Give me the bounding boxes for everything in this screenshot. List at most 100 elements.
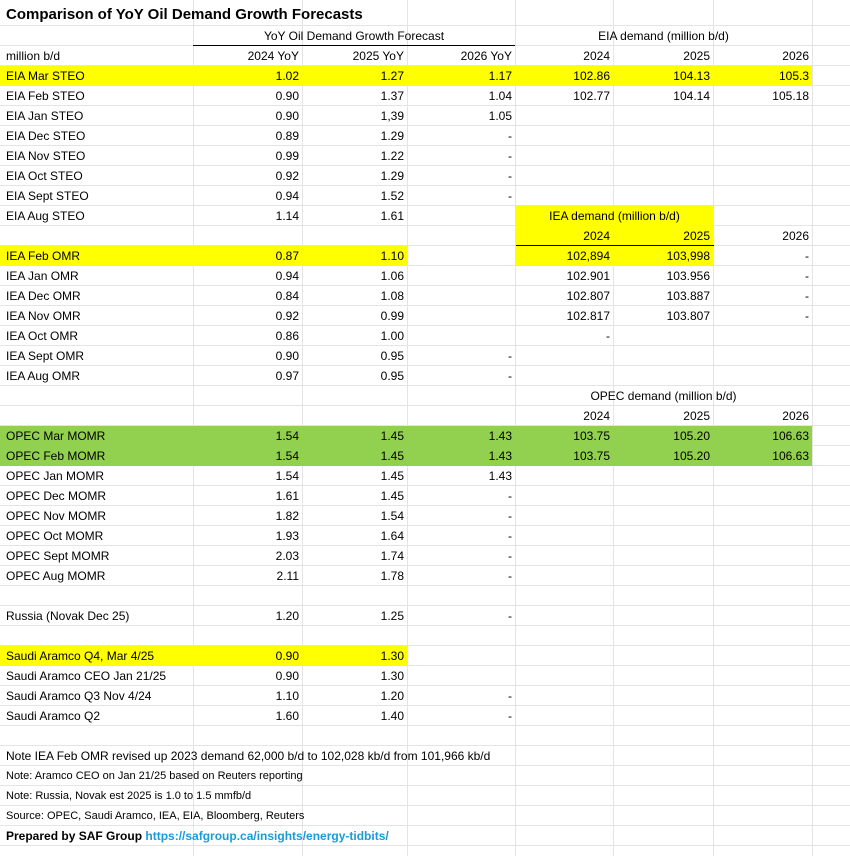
yoy-2025-cell: 1.20	[380, 689, 404, 703]
yoy-2025-cell: 1.22	[380, 149, 404, 163]
opec-2025-header: 2025	[683, 409, 710, 423]
yoy-2026-cell: 1.43	[488, 449, 512, 463]
yoy-2024-cell: 0.92	[275, 309, 299, 323]
yoy-group-header: YoY Oil Demand Growth Forecast	[193, 26, 515, 46]
row-label: Saudi Aramco Q2	[6, 709, 101, 723]
yoy-2026-cell: -	[508, 489, 512, 503]
iea-group-header: IEA demand (million b/d)	[549, 209, 680, 223]
yoy-2026-cell: -	[508, 689, 512, 703]
row-label: IEA Nov OMR	[6, 309, 81, 323]
yoy-2025-cell: 1.45	[380, 469, 404, 483]
units-header: million b/d	[6, 49, 61, 63]
prepared-by-line: Prepared by SAF Group https://safgroup.c…	[0, 826, 520, 846]
yoy-2024-cell: 1.14	[275, 209, 299, 223]
row-label: Saudi Aramco Q4, Mar 4/25	[6, 649, 155, 663]
yoy-2025-cell: 0.95	[380, 349, 404, 363]
demand-2024-cell: 102.901	[566, 269, 610, 283]
sheet-title: Comparison of YoY Oil Demand Growth Fore…	[6, 6, 363, 23]
yoy-2024-cell: 1.20	[275, 609, 299, 623]
row-label: EIA Mar STEO	[6, 69, 85, 83]
yoy-2026-cell: -	[508, 349, 512, 363]
row-label: OPEC Dec MOMR	[6, 489, 107, 503]
demand-2024-cell: 102.807	[566, 289, 610, 303]
row-label: EIA Dec STEO	[6, 129, 86, 143]
safgroup-link[interactable]: https://safgroup.ca/insights/energy-tidb…	[145, 829, 388, 843]
demand-2025-cell: 103.887	[666, 289, 710, 303]
yoy-2025-cell: 1.64	[380, 529, 404, 543]
eia-2025-header: 2025	[683, 49, 710, 63]
demand-2026-cell: 105.3	[778, 69, 809, 83]
demand-2025-cell: 103.807	[666, 309, 710, 323]
yoy-2024-cell: 0.94	[275, 269, 299, 283]
demand-2025-cell: 104.13	[673, 69, 710, 83]
opec-2024-header: 2024	[583, 409, 610, 423]
row-label: IEA Sept OMR	[6, 349, 85, 363]
yoy-2025-cell: 0.95	[380, 369, 404, 383]
demand-2025-cell: 103.956	[666, 269, 710, 283]
yoy-2025-cell: 1.45	[380, 429, 404, 443]
row-label: OPEC Jan MOMR	[6, 469, 105, 483]
yoy-2025-cell: 1.30	[380, 649, 404, 663]
opec-2026-header: 2026	[782, 409, 809, 423]
demand-2026-cell: 106.63	[772, 429, 809, 443]
row-label: OPEC Feb MOMR	[6, 449, 106, 463]
note-aramco-ceo: Note: Aramco CEO on Jan 21/25 based on R…	[6, 770, 303, 782]
row-label: Russia (Novak Dec 25)	[6, 609, 130, 623]
yoy-2026-cell: -	[508, 509, 512, 523]
yoy-2025-cell: 1.08	[380, 289, 404, 303]
demand-2025-cell: 104.14	[673, 89, 710, 103]
row-label: OPEC Nov MOMR	[6, 509, 107, 523]
yoy-2024-header: 2024 YoY	[247, 49, 299, 63]
yoy-2025-cell: 1.27	[380, 69, 404, 83]
row-label: EIA Sept STEO	[6, 189, 89, 203]
demand-2025-cell: 103,998	[666, 249, 710, 263]
yoy-2025-cell: 1.61	[380, 209, 404, 223]
row-label: IEA Dec OMR	[6, 289, 81, 303]
yoy-2026-cell: -	[508, 549, 512, 563]
row-label: EIA Feb STEO	[6, 89, 85, 103]
row-label: IEA Oct OMR	[6, 329, 79, 343]
row-label: EIA Aug STEO	[6, 209, 85, 223]
yoy-2026-cell: 1.17	[488, 69, 512, 83]
row-label: IEA Feb OMR	[6, 249, 81, 263]
yoy-2024-cell: 0.90	[275, 89, 299, 103]
yoy-2024-cell: 0.97	[275, 369, 299, 383]
demand-2024-cell: 103.75	[573, 429, 610, 443]
yoy-2024-cell: 0.87	[275, 249, 299, 263]
yoy-2024-cell: 2.11	[276, 569, 299, 583]
demand-2026-cell: 105.18	[772, 89, 809, 103]
yoy-2026-cell: -	[508, 529, 512, 543]
yoy-2025-cell: 1.25	[380, 609, 404, 623]
yoy-2025-cell: 1.06	[380, 269, 404, 283]
yoy-2024-cell: 1.02	[275, 69, 299, 83]
iea-2026-header: 2026	[782, 229, 809, 243]
yoy-2025-cell: 0.99	[380, 309, 404, 323]
yoy-2026-cell: -	[508, 569, 512, 583]
yoy-2024-cell: 0.89	[275, 129, 299, 143]
yoy-2024-cell: 0.86	[275, 329, 299, 343]
row-label: OPEC Mar MOMR	[6, 429, 106, 443]
iea-2024-header: 2024	[516, 226, 614, 246]
yoy-2026-cell: -	[508, 149, 512, 163]
yoy-2025-cell: 1.10	[380, 249, 404, 263]
yoy-2024-cell: 1.54	[275, 429, 299, 443]
yoy-2026-cell: 1.43	[488, 469, 512, 483]
demand-2024-cell: 103.75	[573, 449, 610, 463]
spreadsheet: Comparison of YoY Oil Demand Growth Fore…	[0, 0, 850, 856]
prepared-by: Prepared by SAF Group	[6, 829, 143, 843]
note-iea-revision: Note IEA Feb OMR revised up 2023 demand …	[6, 749, 491, 763]
yoy-2024-cell: 0.90	[275, 109, 299, 123]
yoy-2024-cell: 0.90	[275, 669, 299, 683]
yoy-2024-cell: 1.82	[275, 509, 299, 523]
row-label: IEA Jan OMR	[6, 269, 79, 283]
row-label: OPEC Aug MOMR	[6, 569, 106, 583]
yoy-2026-cell: -	[508, 709, 512, 723]
demand-2024-cell: 102.77	[573, 89, 610, 103]
yoy-2025-cell: 1.78	[380, 569, 404, 583]
demand-2026-cell: -	[805, 269, 809, 283]
yoy-2025-header: 2025 YoY	[352, 49, 404, 63]
yoy-2025-cell: 1.29	[380, 129, 404, 143]
yoy-2025-cell: 1.45	[380, 449, 404, 463]
yoy-2026-cell: -	[508, 169, 512, 183]
yoy-2026-cell: 1.05	[488, 109, 512, 123]
